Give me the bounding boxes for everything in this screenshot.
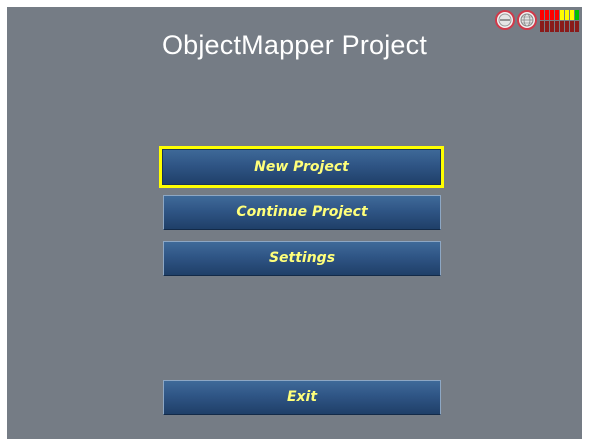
continue-project-label: Continue Project	[236, 204, 368, 220]
signal-strength-icon	[540, 10, 582, 32]
signal-bar	[575, 10, 579, 20]
signal-bar	[565, 10, 569, 20]
settings-button[interactable]: Settings	[163, 241, 441, 276]
signal-bar-base	[570, 21, 574, 32]
signal-bar-base	[575, 21, 579, 32]
signal-bar-base	[555, 21, 559, 32]
signal-bar-base	[560, 21, 564, 32]
signal-bar-base	[550, 21, 554, 32]
signal-bar-base	[540, 21, 544, 32]
new-project-button[interactable]: New Project	[159, 146, 444, 188]
exit-button[interactable]: Exit	[163, 380, 441, 415]
exit-label: Exit	[286, 389, 318, 405]
status-indicators	[495, 10, 582, 34]
signal-bar-base	[565, 21, 569, 32]
settings-label: Settings	[268, 250, 336, 266]
minus-indicator-icon	[495, 10, 515, 30]
app-screen: ObjectMapper Project New Project Continu…	[7, 7, 582, 439]
globe-indicator-icon	[517, 10, 537, 30]
signal-bar-base	[545, 21, 549, 32]
signal-bar	[560, 10, 564, 20]
signal-bar	[540, 10, 544, 20]
signal-bar	[545, 10, 549, 20]
new-project-label: New Project	[254, 159, 349, 175]
signal-bar	[550, 10, 554, 20]
signal-bar	[570, 10, 574, 20]
signal-bar	[555, 10, 559, 20]
continue-project-button[interactable]: Continue Project	[163, 195, 441, 230]
